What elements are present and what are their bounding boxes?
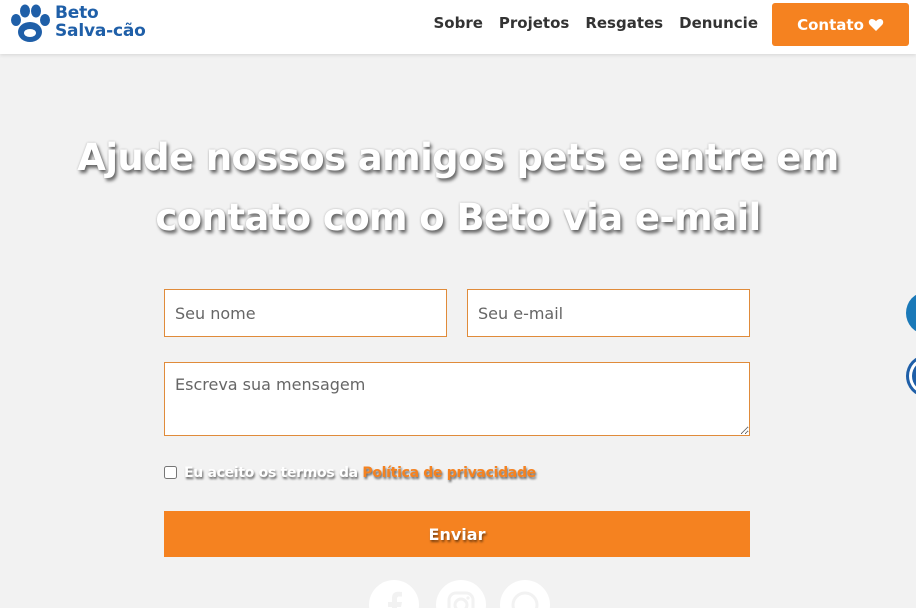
- contact-button-label: Contato: [797, 15, 864, 34]
- logo-text: Beto Salva-cão: [55, 4, 146, 40]
- instagram-icon: [447, 591, 475, 608]
- nav-projetos[interactable]: Projetos: [499, 14, 569, 32]
- header: Beto Salva-cão Sobre Projetos Resgates D…: [0, 0, 916, 54]
- whatsapp-button[interactable]: [500, 580, 550, 608]
- message-input[interactable]: [164, 362, 750, 436]
- whatsapp-icon: [511, 591, 539, 608]
- logo-line1: Beto: [55, 3, 99, 23]
- submit-button[interactable]: Enviar: [164, 511, 750, 557]
- terms-label: Eu aceito os termos da Política de priva…: [184, 465, 536, 481]
- side-floating-button-2[interactable]: [906, 355, 916, 397]
- paw-icon: [11, 4, 50, 42]
- title-line2: contato com o Beto via e-mail: [155, 196, 761, 239]
- email-input[interactable]: [467, 289, 750, 337]
- logo-line2: Salva-cão: [55, 21, 146, 41]
- terms-checkbox[interactable]: [164, 466, 177, 479]
- contact-button[interactable]: Contato: [772, 3, 909, 46]
- main-nav: Sobre Projetos Resgates Denuncie: [417, 14, 758, 32]
- side-floating-button[interactable]: [906, 292, 916, 334]
- name-input[interactable]: [164, 289, 447, 337]
- nav-denuncie[interactable]: Denuncie: [679, 14, 758, 32]
- instagram-button[interactable]: [436, 580, 486, 608]
- title-line1: Ajude nossos amigos pets e entre em: [77, 136, 839, 179]
- privacy-policy-link[interactable]: Política de privacidade: [362, 465, 536, 481]
- facebook-button[interactable]: [369, 580, 419, 608]
- nav-resgates[interactable]: Resgates: [585, 14, 663, 32]
- heart-icon: [868, 18, 884, 31]
- facebook-icon: [388, 591, 402, 608]
- page-title: Ajude nossos amigos pets e entre em cont…: [40, 128, 876, 248]
- terms-text: Eu aceito os termos da: [184, 465, 363, 481]
- logo[interactable]: Beto Salva-cão: [6, 2, 176, 46]
- nav-sobre[interactable]: Sobre: [433, 14, 482, 32]
